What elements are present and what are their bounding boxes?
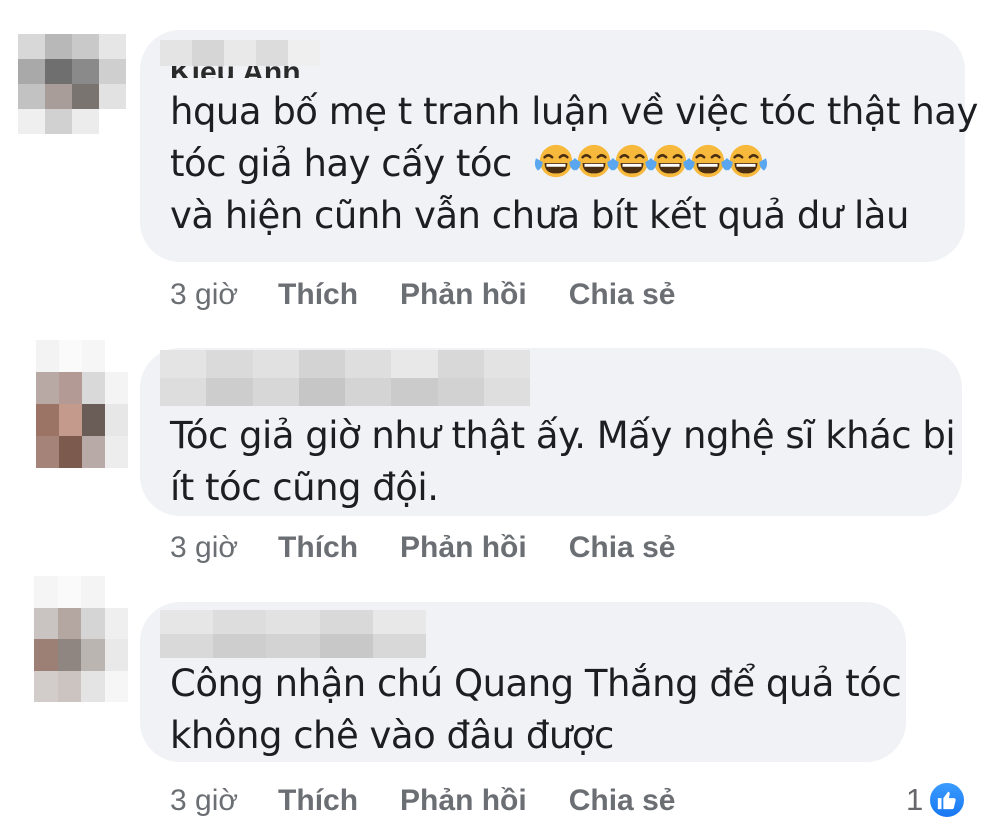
name-blur[interactable] [160, 350, 530, 378]
comment-line: và hiện cũnh vẫn chưa bít kết quả dư làu [170, 194, 909, 237]
comment-line: tóc giả hay cấy tóc [170, 142, 512, 185]
name-blur [160, 40, 320, 66]
comment-3: Công nhận chú Quang Thắng để quả tóc khô… [0, 570, 1000, 826]
comment-actions: 3 giờ Thích Phản hồi Chia sẻ [170, 784, 675, 818]
name-blur [160, 378, 530, 406]
comment-line: Tóc giả giờ như thật ấy. Mấy nghệ sĩ khá… [170, 414, 956, 457]
comment-line: Công nhận chú Quang Thắng để quả tóc [170, 662, 902, 705]
emoji-row [533, 142, 768, 185]
name-blur [160, 634, 426, 658]
avatar[interactable] [36, 340, 128, 468]
comment-actions: 3 giờ Thích Phản hồi Chia sẻ [170, 278, 675, 312]
comment-line: không chê vào đâu được [170, 714, 614, 757]
comment-text: Tóc giả giờ như thật ấy. Mấy nghệ sĩ khá… [170, 410, 956, 514]
like-button[interactable]: Thích [278, 531, 358, 565]
name-blur[interactable] [160, 610, 426, 634]
comment-line-with-emoji: tóc giả hay cấy tóc [170, 138, 978, 190]
reply-button[interactable]: Phản hồi [400, 278, 527, 312]
comment-text: Công nhận chú Quang Thắng để quả tóc khô… [170, 658, 902, 762]
face-with-tears-of-joy-icon [723, 142, 769, 182]
timestamp[interactable]: 3 giờ [170, 278, 238, 312]
avatar[interactable] [18, 34, 126, 134]
like-button[interactable]: Thích [278, 784, 358, 818]
timestamp[interactable]: 3 giờ [170, 784, 238, 818]
like-button[interactable]: Thích [278, 278, 358, 312]
comment-actions: 3 giờ Thích Phản hồi Chia sẻ [170, 531, 675, 565]
avatar[interactable] [34, 576, 128, 702]
share-button[interactable]: Chia sẻ [569, 531, 676, 565]
share-button[interactable]: Chia sẻ [569, 784, 676, 818]
reaction-summary[interactable]: 1 [906, 780, 968, 820]
like-thumb-icon [927, 780, 968, 820]
comment-line: ít tóc cũng đội. [170, 466, 439, 509]
reply-button[interactable]: Phản hồi [400, 531, 527, 565]
share-button[interactable]: Chia sẻ [569, 278, 676, 312]
comment-1: Kiều Anh hqua bố mẹ t tranh luận về việc… [0, 0, 1000, 320]
comment-text: hqua bố mẹ t tranh luận về việc tóc thật… [170, 86, 978, 242]
timestamp[interactable]: 3 giờ [170, 531, 238, 565]
comment-2: Tóc giả giờ như thật ấy. Mấy nghệ sĩ khá… [0, 320, 1000, 570]
comment-line: hqua bố mẹ t tranh luận về việc tóc thật… [170, 90, 978, 133]
reply-button[interactable]: Phản hồi [400, 784, 527, 818]
reaction-count: 1 [906, 782, 924, 817]
